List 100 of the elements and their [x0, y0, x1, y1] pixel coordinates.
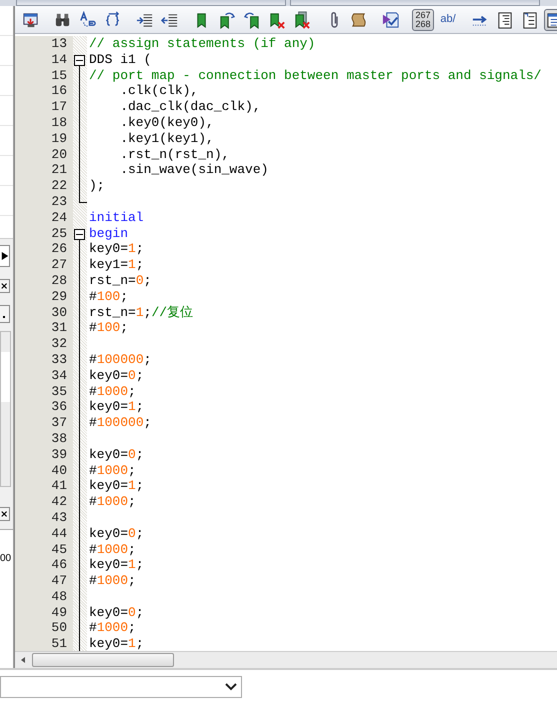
code-line: #100;	[89, 320, 128, 336]
code-line: key0=1;	[89, 557, 144, 572]
horizontal-scrollbar[interactable]	[15, 651, 557, 668]
line-number: 46	[50, 557, 67, 574]
bookmark-delete-icon	[268, 10, 286, 28]
scroll-icon	[350, 10, 368, 28]
line-number: 17	[50, 99, 67, 115]
collapse-icon[interactable]	[74, 54, 85, 66]
close-button[interactable]	[0, 279, 10, 293]
code-line: begin	[89, 226, 128, 241]
code-line: key0=0;	[89, 604, 144, 620]
line-number: 18	[50, 114, 67, 131]
line-number: 43	[50, 510, 67, 526]
line-number: 22	[50, 178, 67, 194]
line-number: 19	[50, 130, 67, 147]
line-number: 50	[50, 620, 67, 636]
code-line: // assign statements (if any)	[89, 36, 316, 51]
code-line: #100000;	[89, 415, 152, 430]
bookmark-arrow-icon	[243, 10, 261, 28]
code-line: #1000;	[89, 494, 136, 510]
code-line: key0=0;	[89, 526, 144, 541]
code-line: .rst_n(rst_n),	[119, 146, 230, 162]
lines-icon	[496, 10, 514, 28]
caret-icon	[225, 683, 237, 691]
code-line: initial	[89, 210, 144, 225]
line-number: 51	[50, 636, 67, 651]
code-line: // port map - connection between master ports and signals/	[89, 68, 542, 83]
code-line: .dac_clk(dac_clk),	[119, 99, 261, 114]
code-line: #100000;	[89, 352, 152, 367]
line-number: 33	[50, 352, 67, 368]
line-number: 49	[50, 604, 67, 620]
line-number: 25	[50, 226, 67, 242]
code-line: #1000;	[89, 573, 136, 588]
line-number: 24	[50, 210, 67, 226]
line-number: 28	[50, 272, 67, 289]
play-icon	[1, 251, 9, 261]
scrollbar-thumb[interactable]	[32, 653, 174, 667]
line-number: 37	[50, 415, 67, 431]
line-number: 23	[50, 194, 67, 210]
checklist-icon	[382, 10, 400, 28]
code-line: key0=1;	[89, 399, 144, 414]
code-line: #1000;	[89, 462, 136, 478]
code-line: key0=0;	[89, 446, 144, 462]
line-number: 35	[50, 384, 67, 400]
code-line: rst_n=0;	[89, 272, 152, 288]
toolbar-button[interactable]: ab/	[437, 8, 459, 30]
numbered-lines-icon	[521, 10, 539, 28]
replace-icon	[79, 10, 97, 28]
line-number: 45	[50, 542, 67, 558]
close-icon	[1, 509, 9, 519]
line-number: 16	[50, 83, 67, 100]
toolbar-button[interactable]: 267 268	[412, 8, 434, 30]
line-number: 41	[50, 478, 67, 494]
brackets-icon	[104, 10, 122, 28]
code-line: key0=1;	[89, 241, 144, 256]
line-number: 42	[50, 494, 67, 510]
close-icon	[1, 281, 9, 291]
line-number: 15	[50, 68, 67, 84]
line-number: 36	[50, 399, 67, 416]
bookmarks-delete-icon	[293, 10, 311, 28]
code-line: .key1(key1),	[119, 130, 214, 146]
code-line: .sin_wave(sin_wave)	[119, 162, 268, 178]
line-number: 13	[50, 36, 67, 52]
code-line: #1000;	[89, 542, 136, 556]
dot-button[interactable]	[0, 305, 10, 323]
bookmark-arrow-icon	[218, 10, 236, 28]
code-line: key0=0;	[89, 368, 144, 383]
code-line: #1000;	[89, 620, 136, 636]
code-line: .clk(clk),	[119, 83, 198, 98]
line-number: 34	[50, 368, 67, 384]
line-number: 31	[50, 320, 67, 336]
line-number: 32	[50, 336, 67, 352]
line-number: 38	[50, 430, 67, 447]
line-number: 14	[50, 52, 67, 68]
window-icon	[22, 10, 40, 28]
line-number: 48	[50, 588, 67, 605]
code-line: key0=1;	[89, 478, 144, 494]
code-line: key0=1;	[89, 636, 144, 651]
line-number: 20	[50, 146, 67, 162]
line-number: 29	[50, 288, 67, 305]
line-number: 26	[50, 241, 67, 258]
code-line: rst_n=1;//复位	[89, 304, 194, 320]
code-line: #1000;	[89, 384, 136, 399]
line-number: 47	[50, 573, 67, 589]
table-cell-text: 00	[0, 552, 12, 566]
vertical-scrollbar[interactable]	[0, 331, 11, 487]
code-line: DDS i1 (	[89, 52, 152, 67]
paperclip-icon	[330, 12, 338, 28]
line-number: 21	[50, 162, 67, 178]
line-number: 39	[50, 446, 67, 463]
collapse-icon[interactable]	[74, 228, 85, 240]
play-button[interactable]	[0, 245, 10, 267]
code-line: #100;	[89, 288, 128, 304]
close-button[interactable]	[0, 507, 10, 521]
line-number: 30	[50, 304, 67, 320]
line-number: 40	[50, 462, 67, 478]
code-line: );	[89, 178, 105, 194]
line-number: 27	[50, 257, 67, 273]
code-line: key1=1;	[89, 257, 144, 272]
line-number: 44	[50, 526, 67, 542]
